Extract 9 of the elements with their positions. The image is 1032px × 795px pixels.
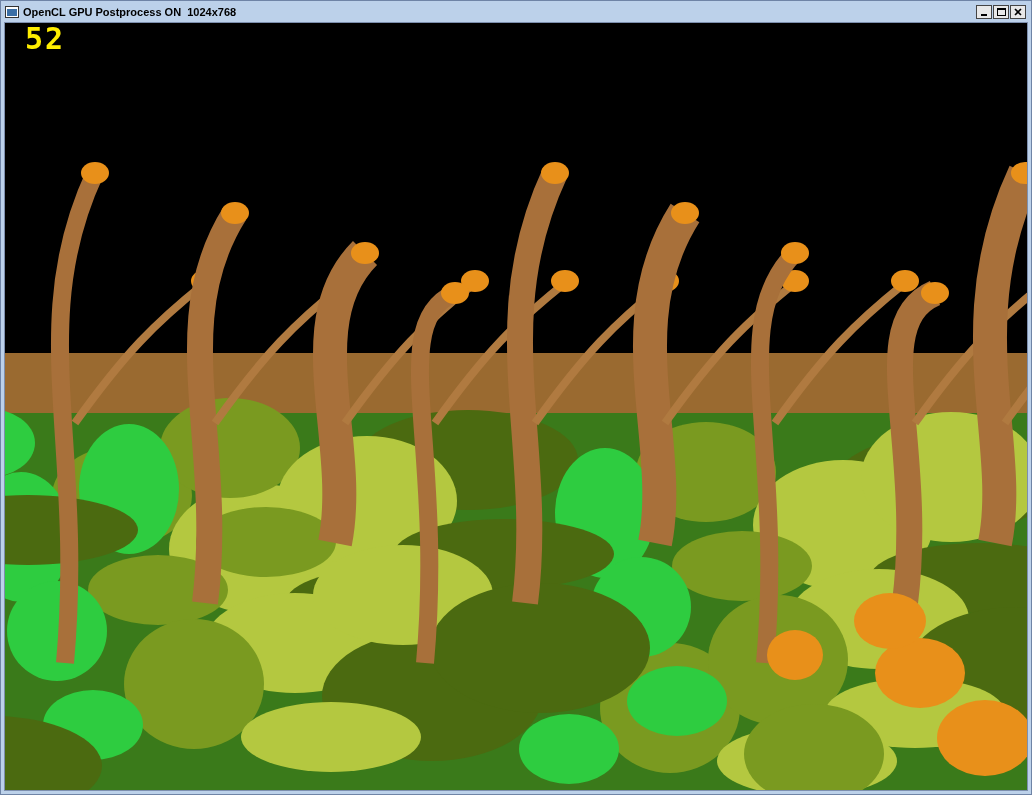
minimize-icon — [981, 13, 987, 16]
window-icon — [5, 5, 19, 18]
close-button[interactable] — [1010, 4, 1026, 19]
maximize-button[interactable] — [993, 4, 1009, 19]
minimize-button[interactable] — [976, 4, 992, 19]
window-title: OpenCL GPU Postprocess ON 1024x768 — [23, 5, 238, 18]
close-icon — [1014, 7, 1022, 16]
maximize-icon — [996, 7, 1006, 16]
fps-counter: 52 — [25, 23, 66, 55]
